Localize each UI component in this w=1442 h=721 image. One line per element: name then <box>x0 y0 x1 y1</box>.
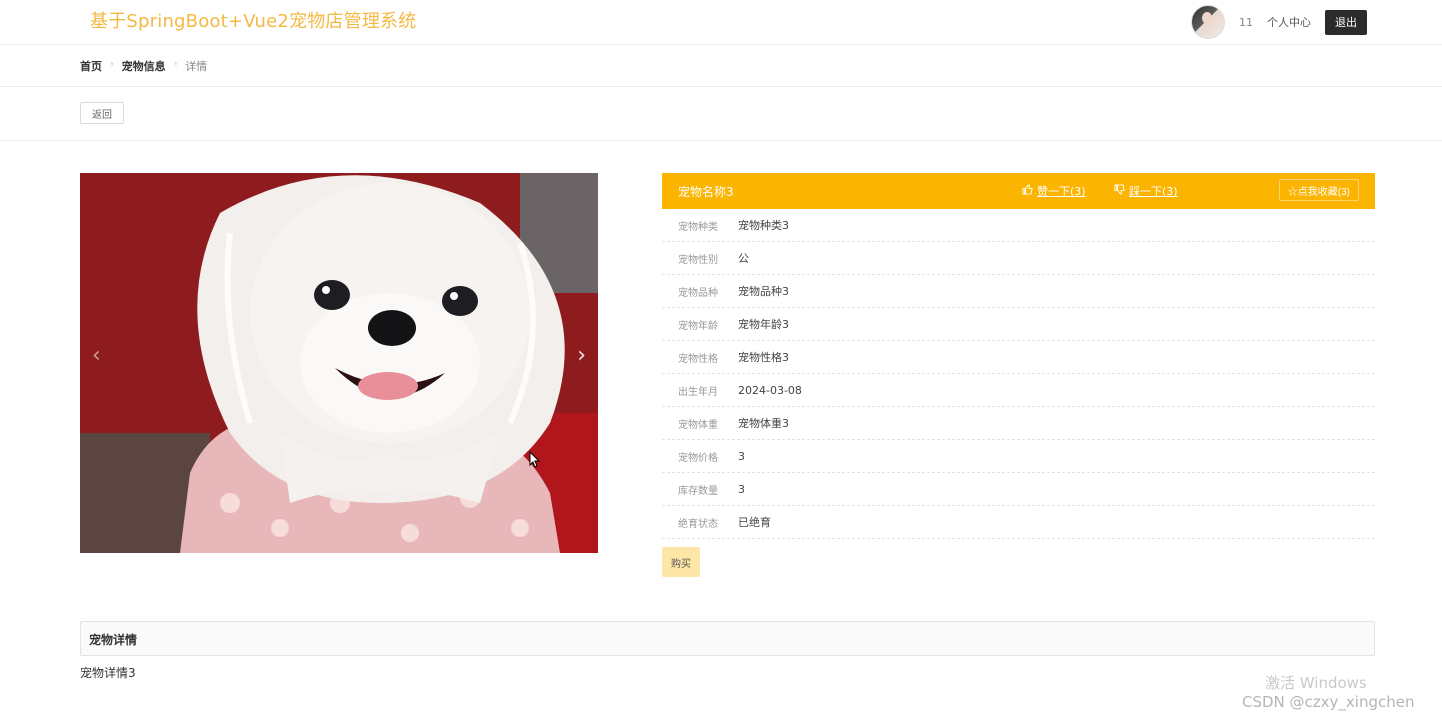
attr-value: 宠物种类3 <box>738 219 789 232</box>
thumb-down-label: 踩一下(3) <box>1129 185 1178 198</box>
favorite-button[interactable]: ☆点我收藏(3) <box>1278 179 1359 201</box>
user-id: 11 <box>1239 15 1253 29</box>
csdn-watermark: CSDN @czxy_xingchen <box>1242 693 1415 711</box>
breadcrumb: 首页 ᵌ 宠物信息 ᵌ 详情 <box>80 58 207 74</box>
logout-button[interactable]: 退出 <box>1325 9 1367 35</box>
thumb-down-icon <box>1114 184 1125 198</box>
action-bar: 返回 <box>0 87 1442 141</box>
pet-name: 宠物名称3 <box>678 184 734 199</box>
attr-value: 宠物体重3 <box>738 417 789 430</box>
attr-label: 宠物性别 <box>678 254 718 266</box>
attr-label: 宠物性格 <box>678 353 718 365</box>
attr-value: 宠物品种3 <box>738 285 789 298</box>
attr-row-breed: 宠物品种 宠物品种3 <box>662 275 1375 308</box>
attr-value: 宠物性格3 <box>738 351 789 364</box>
user-avatar[interactable] <box>1191 5 1225 39</box>
attr-label: 宠物品种 <box>678 287 718 299</box>
attr-row-neutered: 绝育状态 已绝育 <box>662 506 1375 539</box>
back-button[interactable]: 返回 <box>80 102 124 124</box>
attr-label: 宠物体重 <box>678 419 718 431</box>
attr-value: 3 <box>738 482 745 496</box>
breadcrumb-home[interactable]: 首页 <box>80 58 102 74</box>
attr-row-temperament: 宠物性格 宠物性格3 <box>662 341 1375 374</box>
detail-section-header: 宠物详情 <box>80 621 1375 656</box>
breadcrumb-bar: 首页 ᵌ 宠物信息 ᵌ 详情 <box>0 44 1442 87</box>
attr-value: 3 <box>738 449 745 463</box>
thumb-up-label: 赞一下(3) <box>1037 185 1086 198</box>
carousel-prev-icon[interactable]: ‹ <box>92 343 101 368</box>
site-title[interactable]: 基于SpringBoot+Vue2宠物店管理系统 <box>90 7 416 33</box>
top-navbar: 基于SpringBoot+Vue2宠物店管理系统 11 个人中心 退出 <box>0 0 1442 45</box>
buy-button[interactable]: 购买 <box>662 547 700 577</box>
attr-row-weight: 宠物体重 宠物体重3 <box>662 407 1375 440</box>
detail-content: 宠物详情3 <box>80 666 136 680</box>
attr-row-age: 宠物年龄 宠物年龄3 <box>662 308 1375 341</box>
pet-info-header: 宠物名称3 赞一下(3) 踩一下(3) ☆点我收藏(3) <box>662 173 1375 209</box>
profile-link[interactable]: 个人中心 <box>1267 14 1311 30</box>
attr-row-stock: 库存数量 3 <box>662 473 1375 506</box>
attr-value: 宠物年龄3 <box>738 318 789 331</box>
attr-row-gender: 宠物性别 公 <box>662 242 1375 275</box>
attr-row-category: 宠物种类 宠物种类3 <box>662 209 1375 242</box>
thumb-down-link[interactable]: 踩一下(3) <box>1114 183 1178 199</box>
pet-attributes: 宠物种类 宠物种类3 宠物性别 公 宠物品种 宠物品种3 宠物年龄 宠物年龄3 … <box>662 209 1375 539</box>
detail-title: 宠物详情 <box>89 633 138 647</box>
breadcrumb-pet-info[interactable]: 宠物信息 <box>122 58 166 74</box>
breadcrumb-separator: ᵌ <box>173 60 178 72</box>
attr-label: 宠物种类 <box>678 221 718 233</box>
user-area: 11 个人中心 退出 <box>1191 0 1367 44</box>
attr-label: 出生年月 <box>678 386 718 398</box>
thumb-up-link[interactable]: 赞一下(3) <box>1022 183 1086 199</box>
attr-row-birthdate: 出生年月 2024-03-08 <box>662 374 1375 407</box>
attr-value: 2024-03-08 <box>738 383 802 397</box>
pet-photo <box>80 173 598 553</box>
attr-value: 公 <box>738 252 749 265</box>
attr-label: 库存数量 <box>678 485 718 497</box>
windows-activation-watermark: 激活 Windows <box>1265 674 1367 692</box>
attr-label: 宠物价格 <box>678 452 718 464</box>
attr-row-price: 宠物价格 3 <box>662 440 1375 473</box>
carousel-next-icon[interactable]: › <box>577 343 586 368</box>
attr-label: 绝育状态 <box>678 518 718 530</box>
breadcrumb-current: 详情 <box>185 60 208 73</box>
thumb-up-icon <box>1022 184 1033 198</box>
breadcrumb-separator: ᵌ <box>110 60 114 72</box>
mouse-cursor-icon <box>529 451 541 468</box>
pet-info-panel: 宠物名称3 赞一下(3) 踩一下(3) ☆点我收藏(3) 宠物种类 宠物种类3 … <box>662 173 1375 577</box>
attr-label: 宠物年龄 <box>678 320 718 332</box>
pet-image-carousel[interactable]: ‹ › <box>80 173 598 553</box>
attr-value: 已绝育 <box>738 516 771 529</box>
